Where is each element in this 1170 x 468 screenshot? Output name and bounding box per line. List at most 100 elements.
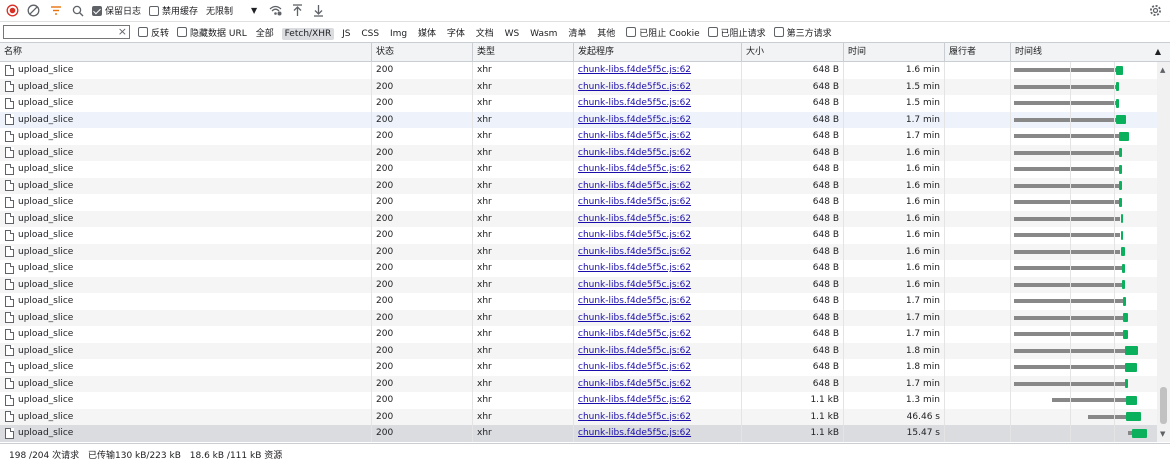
column-header-fulfilled-by[interactable]: 履行者 (945, 43, 1011, 61)
type-filter-js[interactable]: JS (339, 28, 353, 40)
table-row[interactable]: upload_slice 200 xhr chunk-libs.f4de5f5c.js… (0, 293, 1157, 310)
initiator-link[interactable]: chunk-libs.f4de5f5c.js:62 (578, 197, 691, 207)
initiator-link[interactable]: chunk-libs.f4de5f5c.js:62 (578, 230, 691, 240)
column-header-time[interactable]: 时间 (844, 43, 945, 61)
table-row[interactable]: upload_slice 200 xhr chunk-libs.f4de5f5c.js… (0, 210, 1157, 227)
type-filter-wasm[interactable]: Wasm (527, 28, 560, 40)
type-filter-ws[interactable]: WS (502, 28, 523, 40)
preserve-log-check[interactable] (92, 5, 102, 16)
table-row[interactable]: upload_slice 200 xhr chunk-libs.f4de5f5c.js… (0, 342, 1157, 359)
initiator-link[interactable]: chunk-libs.f4de5f5c.js:62 (578, 65, 691, 75)
download-icon[interactable] (313, 1, 324, 20)
preserve-log-checkbox[interactable]: 保留日志 (92, 4, 141, 17)
blocked-requests-checkbox[interactable]: 已阻止请求 (707, 26, 766, 39)
disable-cache-checkbox[interactable]: 禁用缓存 (149, 4, 198, 17)
initiator-link[interactable]: chunk-libs.f4de5f5c.js:62 (578, 263, 691, 273)
table-row[interactable]: upload_slice 200 xhr chunk-libs.f4de5f5c.js… (0, 227, 1157, 244)
table-row[interactable]: upload_slice 200 xhr chunk-libs.f4de5f5c.js… (0, 309, 1157, 326)
invert-checkbox[interactable]: 反转 (138, 26, 169, 39)
initiator-link[interactable]: chunk-libs.f4de5f5c.js:62 (578, 247, 691, 257)
document-icon (5, 196, 14, 208)
initiator-link[interactable]: chunk-libs.f4de5f5c.js:62 (578, 329, 691, 339)
record-stop-icon[interactable] (6, 1, 19, 20)
type-filter-fetch-xhr[interactable]: Fetch/XHR (281, 27, 335, 40)
initiator-link[interactable]: chunk-libs.f4de5f5c.js:62 (578, 181, 691, 191)
table-row[interactable]: upload_slice 200 xhr chunk-libs.f4de5f5c.js… (0, 425, 1157, 442)
column-header-initiator[interactable]: 发起程序 (574, 43, 742, 61)
scrollbar-thumb[interactable] (1160, 387, 1167, 424)
table-row[interactable]: upload_slice 200 xhr chunk-libs.f4de5f5c.js… (0, 359, 1157, 376)
table-row[interactable]: upload_slice 200 xhr chunk-libs.f4de5f5c.js… (0, 243, 1157, 260)
hide-data-url-checkbox[interactable]: 隐藏数据 URL (177, 26, 247, 39)
table-row[interactable]: upload_slice 200 xhr chunk-libs.f4de5f5c.js… (0, 111, 1157, 128)
initiator-link[interactable]: chunk-libs.f4de5f5c.js:62 (578, 362, 691, 372)
initiator-link[interactable]: chunk-libs.f4de5f5c.js:62 (578, 148, 691, 158)
table-row[interactable]: upload_slice 200 xhr chunk-libs.f4de5f5c.js… (0, 95, 1157, 112)
initiator-link[interactable]: chunk-libs.f4de5f5c.js:62 (578, 214, 691, 224)
table-row[interactable]: upload_slice 200 xhr chunk-libs.f4de5f5c.js… (0, 128, 1157, 145)
wifi-icon[interactable] (269, 1, 282, 20)
upload-icon[interactable] (292, 1, 303, 20)
initiator-link[interactable]: chunk-libs.f4de5f5c.js:62 (578, 131, 691, 141)
scroll-down-icon[interactable]: ▼ (1160, 430, 1165, 438)
request-name: upload_slice (18, 329, 74, 339)
blocked-requests-check[interactable] (707, 27, 718, 37)
settings-icon[interactable] (1149, 1, 1162, 20)
scroll-up-icon[interactable]: ▲ (1160, 66, 1165, 74)
third-party-check[interactable] (773, 27, 784, 37)
type-filter-doc[interactable]: 文档 (473, 28, 497, 40)
hide-data-url-check[interactable] (177, 27, 188, 37)
initiator-link[interactable]: chunk-libs.f4de5f5c.js:62 (578, 164, 691, 174)
clear-filter-icon[interactable]: × (118, 25, 127, 38)
type-filter-font[interactable]: 字体 (444, 28, 468, 40)
type-filter-other[interactable]: 其他 (594, 28, 618, 40)
column-header-name[interactable]: 名称 (0, 43, 372, 61)
initiator-link[interactable]: chunk-libs.f4de5f5c.js:62 (578, 296, 691, 306)
initiator-link[interactable]: chunk-libs.f4de5f5c.js:62 (578, 395, 691, 405)
third-party-checkbox[interactable]: 第三方请求 (773, 26, 832, 39)
type-filter-css[interactable]: CSS (358, 28, 382, 40)
initiator-link[interactable]: chunk-libs.f4de5f5c.js:62 (578, 82, 691, 92)
column-header-size[interactable]: 大小 (742, 43, 844, 61)
table-row[interactable]: upload_slice 200 xhr chunk-libs.f4de5f5c.js… (0, 194, 1157, 211)
table-row[interactable]: upload_slice 200 xhr chunk-libs.f4de5f5c.js… (0, 62, 1157, 79)
table-row[interactable]: upload_slice 200 xhr chunk-libs.f4de5f5c.js… (0, 392, 1157, 409)
initiator-link[interactable]: chunk-libs.f4de5f5c.js:62 (578, 313, 691, 323)
table-row[interactable]: upload_slice 200 xhr chunk-libs.f4de5f5c.js… (0, 161, 1157, 178)
initiator-link[interactable]: chunk-libs.f4de5f5c.js:62 (578, 346, 691, 356)
type-filter-all[interactable]: 全部 (253, 28, 277, 40)
table-row[interactable]: upload_slice 200 xhr chunk-libs.f4de5f5c.js… (0, 78, 1157, 95)
initiator-link[interactable]: chunk-libs.f4de5f5c.js:62 (578, 412, 691, 422)
throttle-select[interactable]: 无限制 ▼ (206, 4, 257, 17)
blocked-cookie-check[interactable] (626, 27, 637, 37)
filter-input[interactable] (4, 26, 113, 38)
filter-field[interactable]: × (3, 25, 130, 39)
disable-cache-check[interactable] (149, 5, 160, 16)
type-filter-img[interactable]: Img (387, 28, 410, 40)
initiator-link[interactable]: chunk-libs.f4de5f5c.js:62 (578, 115, 691, 125)
initiator-link[interactable]: chunk-libs.f4de5f5c.js:62 (578, 98, 691, 108)
column-header-type[interactable]: 类型 (473, 43, 574, 61)
blocked-cookie-checkbox[interactable]: 已阻止 Cookie (626, 26, 700, 39)
vertical-scrollbar[interactable]: ▲ ▼ (1157, 62, 1170, 442)
table-row[interactable]: upload_slice 200 xhr chunk-libs.f4de5f5c.js… (0, 408, 1157, 425)
table-row[interactable]: upload_slice 200 xhr chunk-libs.f4de5f5c.js… (0, 260, 1157, 277)
type-filter-manifest[interactable]: 清单 (565, 28, 589, 40)
table-row[interactable]: upload_slice 200 xhr chunk-libs.f4de5f5c.js… (0, 276, 1157, 293)
filter-icon[interactable] (50, 1, 62, 20)
column-header-status[interactable]: 状态 (372, 43, 473, 61)
clear-icon[interactable] (27, 1, 40, 20)
document-icon (5, 114, 14, 126)
table-row[interactable]: upload_slice 200 xhr chunk-libs.f4de5f5c.js… (0, 144, 1157, 161)
table-row[interactable]: upload_slice 200 xhr chunk-libs.f4de5f5c.js… (0, 177, 1157, 194)
invert-check[interactable] (138, 27, 148, 37)
initiator-link[interactable]: chunk-libs.f4de5f5c.js:62 (578, 379, 691, 389)
type-filter-media[interactable]: 媒体 (415, 28, 439, 40)
table-row[interactable]: upload_slice 200 xhr chunk-libs.f4de5f5c.js… (0, 326, 1157, 343)
size-cell: 648 B (742, 144, 844, 161)
initiator-link[interactable]: chunk-libs.f4de5f5c.js:62 (578, 428, 691, 438)
search-icon[interactable] (72, 1, 84, 20)
column-header-waterfall[interactable]: 时间线 ▲ (1011, 43, 1170, 61)
table-row[interactable]: upload_slice 200 xhr chunk-libs.f4de5f5c.js… (0, 375, 1157, 392)
initiator-link[interactable]: chunk-libs.f4de5f5c.js:62 (578, 280, 691, 290)
